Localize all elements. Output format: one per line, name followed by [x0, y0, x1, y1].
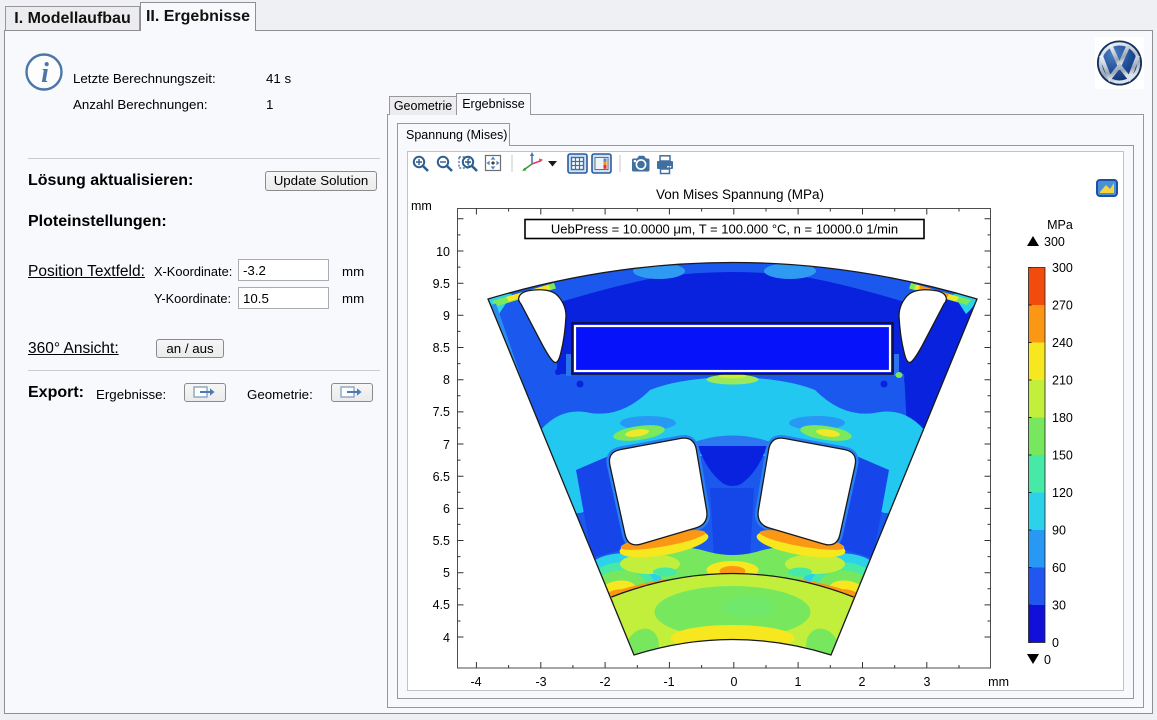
- svg-text:30: 30: [1052, 599, 1066, 613]
- svg-text:7: 7: [443, 438, 450, 452]
- svg-text:3: 3: [924, 675, 931, 689]
- svg-text:0: 0: [1044, 653, 1051, 667]
- svg-text:Von Mises Spannung (MPa): Von Mises Spannung (MPa): [656, 187, 824, 202]
- svg-text:2: 2: [859, 675, 866, 689]
- svg-text:300: 300: [1052, 261, 1073, 275]
- svg-text:-2: -2: [599, 675, 610, 689]
- svg-text:0: 0: [731, 675, 738, 689]
- svg-text:270: 270: [1052, 299, 1073, 313]
- svg-text:5.5: 5.5: [433, 534, 450, 548]
- svg-text:8.5: 8.5: [433, 341, 450, 355]
- svg-text:UebPress = 10.0000 μm, T = 100: UebPress = 10.0000 μm, T = 100.000 °C, n…: [551, 222, 898, 237]
- svg-text:7.5: 7.5: [433, 405, 450, 419]
- svg-text:-1: -1: [663, 675, 674, 689]
- svg-text:9: 9: [443, 309, 450, 323]
- svg-text:4.5: 4.5: [433, 598, 450, 612]
- svg-text:60: 60: [1052, 561, 1066, 575]
- svg-text:6: 6: [443, 502, 450, 516]
- svg-text:180: 180: [1052, 411, 1073, 425]
- svg-text:9.5: 9.5: [433, 277, 450, 291]
- svg-text:210: 210: [1052, 374, 1073, 388]
- svg-text:120: 120: [1052, 486, 1073, 500]
- svg-text:mm: mm: [988, 675, 1009, 689]
- svg-text:0: 0: [1052, 636, 1059, 650]
- svg-text:6.5: 6.5: [433, 470, 450, 484]
- svg-text:240: 240: [1052, 336, 1073, 350]
- svg-text:-4: -4: [470, 675, 481, 689]
- svg-text:1: 1: [795, 675, 802, 689]
- svg-text:MPa: MPa: [1047, 218, 1073, 232]
- svg-text:150: 150: [1052, 449, 1073, 463]
- svg-text:10: 10: [436, 245, 450, 259]
- svg-text:90: 90: [1052, 524, 1066, 538]
- svg-text:mm: mm: [411, 199, 432, 213]
- svg-text:4: 4: [443, 631, 450, 645]
- svg-text:300: 300: [1044, 235, 1065, 249]
- svg-text:-3: -3: [535, 675, 546, 689]
- svg-text:8: 8: [443, 373, 450, 387]
- svg-text:5: 5: [443, 566, 450, 580]
- svg-text:i: i: [41, 58, 49, 89]
